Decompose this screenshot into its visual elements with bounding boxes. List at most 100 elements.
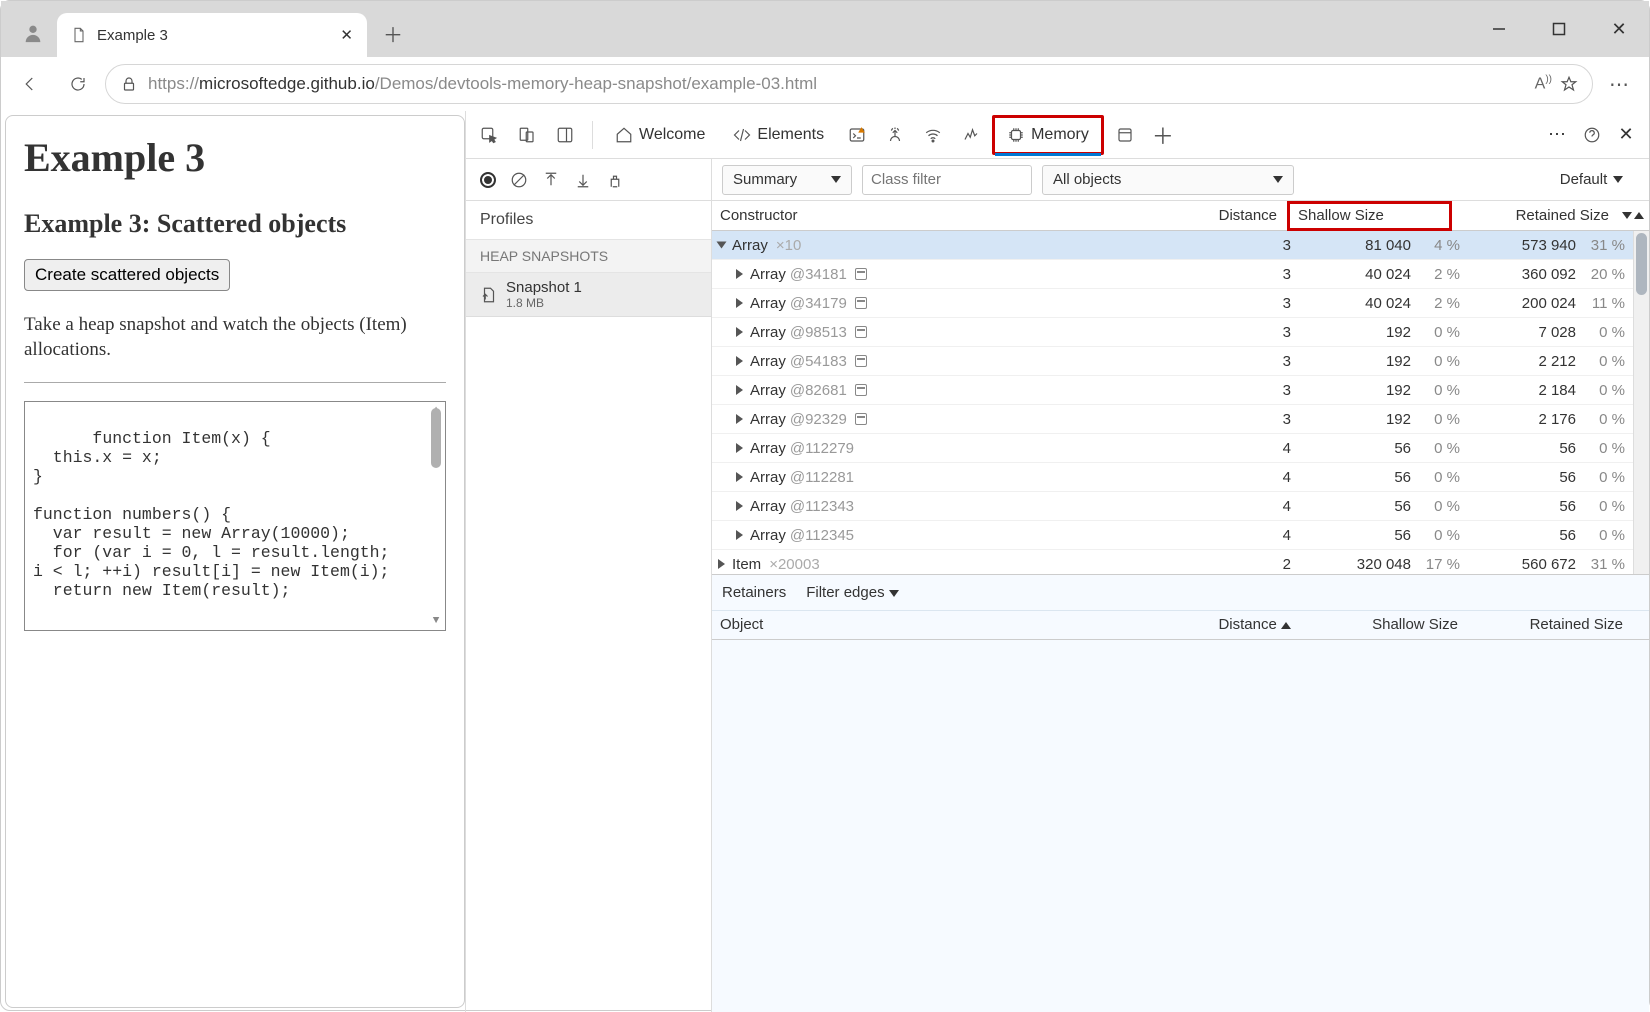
- add-tab-button[interactable]: ＋: [1146, 118, 1180, 152]
- cell-retained-pct: 11 %: [1576, 295, 1631, 312]
- dock-icon[interactable]: [548, 118, 582, 152]
- table-row[interactable]: Array @1122794560 %560 %: [712, 434, 1649, 463]
- heap-snapshots-header: HEAP SNAPSHOTS: [466, 239, 711, 273]
- object-id: @54183: [790, 353, 847, 370]
- back-button[interactable]: [9, 63, 51, 105]
- cell-distance: 2: [1201, 556, 1301, 573]
- retainers-bar: Retainers Filter edges: [712, 574, 1649, 610]
- filter-edges-dropdown[interactable]: Filter edges: [806, 584, 899, 601]
- create-scattered-button[interactable]: Create scattered objects: [24, 259, 230, 291]
- tab-memory[interactable]: Memory: [992, 115, 1104, 155]
- network-icon[interactable]: [916, 118, 950, 152]
- new-tab-button[interactable]: ＋: [373, 13, 413, 53]
- grid-scrollbar[interactable]: [1633, 231, 1649, 574]
- code-text: function Item(x) { this.x = x; } functio…: [33, 429, 389, 600]
- address-bar[interactable]: https://microsoftedge.github.io/Demos/de…: [105, 64, 1593, 104]
- record-button[interactable]: [480, 172, 496, 188]
- tab-elements[interactable]: Elements: [721, 118, 836, 152]
- cell-retained: 2 184: [1466, 382, 1576, 399]
- device-icon[interactable]: [510, 118, 544, 152]
- save-icon[interactable]: [574, 171, 592, 189]
- cell-distance: 4: [1201, 440, 1301, 457]
- maximize-button[interactable]: [1529, 1, 1589, 57]
- titlebar: Example 3 ✕ ＋ ✕: [1, 1, 1649, 57]
- app-icon[interactable]: [1108, 118, 1142, 152]
- table-row[interactable]: Array @9851331920 %7 0280 %: [712, 318, 1649, 347]
- col-constructor[interactable]: Constructor: [712, 207, 1187, 224]
- expand-icon[interactable]: [736, 298, 743, 308]
- ret-col-object[interactable]: Object: [712, 616, 1181, 633]
- profile-button[interactable]: [15, 15, 51, 51]
- row-label: Array: [750, 469, 786, 486]
- person-icon: [22, 22, 44, 44]
- summary-dropdown[interactable]: Summary: [722, 165, 852, 195]
- load-icon[interactable]: [542, 171, 560, 189]
- table-row[interactable]: Array @8268131920 %2 1840 %: [712, 376, 1649, 405]
- heap-snapshot-view: Summary All objects Default Constructor …: [712, 159, 1649, 1012]
- sources-icon[interactable]: [878, 118, 912, 152]
- default-dropdown[interactable]: Default: [1544, 165, 1639, 195]
- table-row[interactable]: Array ×10381 0404 %573 94031 %: [712, 231, 1649, 260]
- browser-tab[interactable]: Example 3 ✕: [57, 13, 367, 57]
- cell-distance: 3: [1201, 411, 1301, 428]
- col-sort-icons[interactable]: [1617, 212, 1649, 219]
- class-filter-input[interactable]: [862, 165, 1032, 195]
- console-icon[interactable]: [840, 118, 874, 152]
- all-objects-dropdown[interactable]: All objects: [1042, 165, 1294, 195]
- cell-distance: 4: [1201, 469, 1301, 486]
- expand-icon[interactable]: [736, 501, 743, 511]
- code-scrollbar[interactable]: ▲ ▼: [429, 406, 443, 626]
- cell-shallow: 192: [1301, 353, 1411, 370]
- table-row[interactable]: Array @34179340 0242 %200 02411 %: [712, 289, 1649, 318]
- favorite-icon[interactable]: [1560, 75, 1578, 93]
- gc-icon[interactable]: [606, 171, 624, 189]
- expand-icon[interactable]: [736, 385, 743, 395]
- minimize-button[interactable]: [1469, 1, 1529, 57]
- col-retained-size[interactable]: Retained Size: [1452, 207, 1617, 224]
- cell-shallow: 320 048: [1301, 556, 1411, 573]
- cell-shallow: 56: [1301, 498, 1411, 515]
- performance-icon[interactable]: [954, 118, 988, 152]
- cell-retained-pct: 0 %: [1576, 411, 1631, 428]
- table-row[interactable]: Array @1123434560 %560 %: [712, 492, 1649, 521]
- ret-col-shallow[interactable]: Shallow Size: [1301, 616, 1466, 633]
- table-row[interactable]: Array @5418331920 %2 2120 %: [712, 347, 1649, 376]
- help-button[interactable]: [1575, 118, 1609, 152]
- col-shallow-size[interactable]: Shallow Size: [1287, 201, 1452, 231]
- settings-menu-button[interactable]: ⋯: [1599, 63, 1641, 105]
- row-label: Array: [750, 411, 786, 428]
- expand-icon[interactable]: [736, 269, 743, 279]
- more-tools-button[interactable]: ⋯: [1541, 118, 1575, 152]
- table-row[interactable]: Array @34181340 0242 %360 09220 %: [712, 260, 1649, 289]
- inspect-icon[interactable]: [472, 118, 506, 152]
- divider: [24, 382, 446, 383]
- snapshot-icon: [480, 286, 498, 304]
- expand-icon[interactable]: [736, 356, 743, 366]
- read-aloud-icon[interactable]: A)): [1535, 74, 1552, 93]
- col-distance[interactable]: Distance: [1187, 207, 1287, 224]
- expand-icon[interactable]: [717, 242, 727, 249]
- row-label: Array: [750, 440, 786, 457]
- expand-icon[interactable]: [736, 472, 743, 482]
- clear-icon[interactable]: [510, 171, 528, 189]
- code-box[interactable]: function Item(x) { this.x = x; } functio…: [24, 401, 446, 631]
- expand-icon[interactable]: [736, 414, 743, 424]
- expand-icon[interactable]: [736, 530, 743, 540]
- tab-welcome[interactable]: Welcome: [603, 118, 717, 152]
- instance-count: ×10: [776, 237, 801, 254]
- ret-col-distance[interactable]: Distance: [1181, 616, 1301, 633]
- table-row[interactable]: Array @9232931920 %2 1760 %: [712, 405, 1649, 434]
- close-button[interactable]: ✕: [1589, 1, 1649, 57]
- expand-icon[interactable]: [718, 559, 725, 569]
- table-row[interactable]: Item ×200032320 04817 %560 67231 %: [712, 550, 1649, 574]
- close-devtools-button[interactable]: ✕: [1609, 118, 1643, 152]
- refresh-button[interactable]: [57, 63, 99, 105]
- table-row[interactable]: Array @1123454560 %560 %: [712, 521, 1649, 550]
- cell-shallow-pct: 0 %: [1411, 411, 1466, 428]
- expand-icon[interactable]: [736, 327, 743, 337]
- table-row[interactable]: Array @1122814560 %560 %: [712, 463, 1649, 492]
- object-id: @92329: [790, 411, 847, 428]
- expand-icon[interactable]: [736, 443, 743, 453]
- ret-col-retained[interactable]: Retained Size: [1466, 616, 1631, 633]
- snapshot-item[interactable]: Snapshot 1 1.8 MB: [466, 273, 711, 317]
